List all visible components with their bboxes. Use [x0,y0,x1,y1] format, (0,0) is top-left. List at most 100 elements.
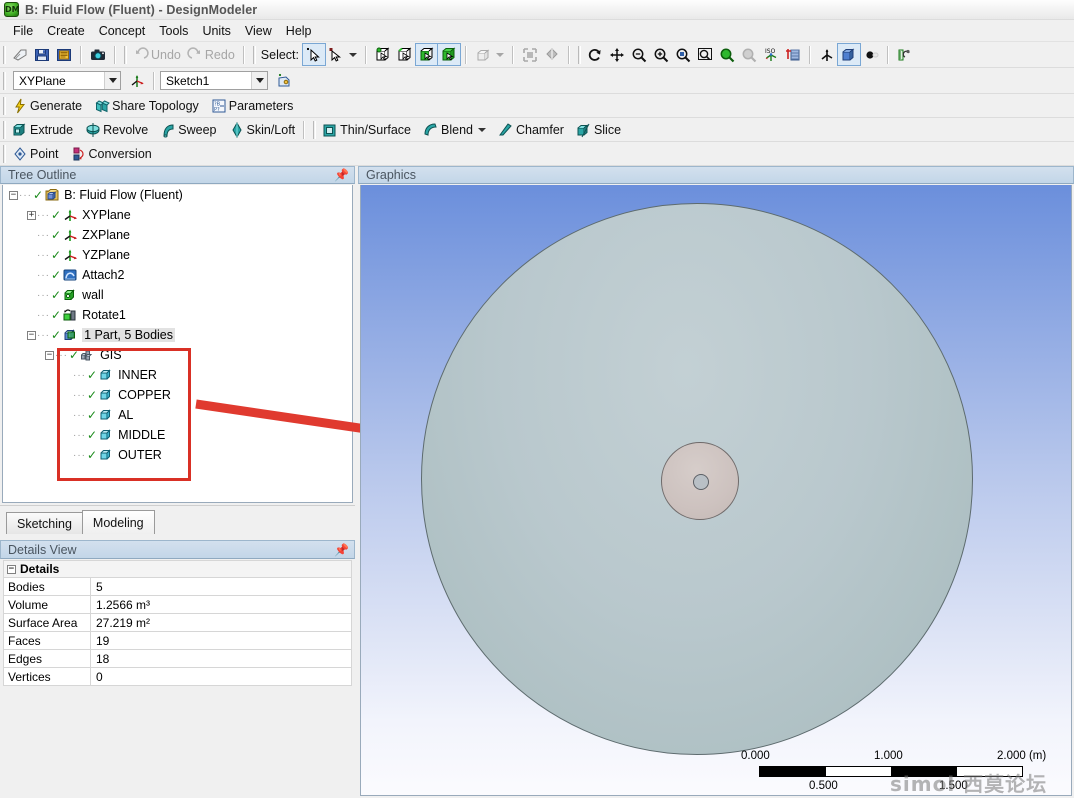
tab-modeling[interactable]: Modeling [81,510,155,534]
details-row-value[interactable]: 0 [91,668,352,686]
details-row-value[interactable]: 18 [91,650,352,668]
plane-selector[interactable]: XYPlane [13,71,121,90]
menu-units[interactable]: Units [195,22,237,40]
look-at-button[interactable] [782,44,804,65]
tree-item-outer[interactable]: ··· ✓ OUTER [3,445,352,465]
collapse-toggle[interactable]: − [45,350,54,360]
expand-toggle[interactable]: + [27,210,36,220]
blend-button[interactable]: Blend [420,119,489,140]
toolbar-grip[interactable] [3,71,6,90]
new-plane-button[interactable] [126,70,148,91]
toolbar-grip[interactable] [3,144,6,163]
solid-shaded-button[interactable] [837,43,861,66]
thin-surface-button[interactable]: Thin/Surface [319,119,414,140]
chevron-down-icon[interactable] [478,127,486,132]
collapse-toggle[interactable]: − [27,330,36,340]
zoom-to-fit-button[interactable] [694,44,716,65]
details-row-value[interactable]: 5 [91,578,352,596]
tree-item-1-part-5-bodies[interactable]: − ··· ✓ 1 Part, 5 Bodies [3,325,352,345]
iso-view-button[interactable]: ISO [760,44,782,65]
box-select-button[interactable] [325,44,360,65]
previous-view-button[interactable] [738,44,760,65]
tree-item-rotate1[interactable]: ··· ✓ Rotate1 [3,305,352,325]
save-button[interactable] [31,44,53,65]
select-face-button[interactable] [415,43,439,66]
menu-create[interactable]: Create [40,22,92,40]
parameters-button[interactable]: ?B P? Parameters [208,95,297,116]
chamfer-button[interactable]: Chamfer [495,119,567,140]
menu-file[interactable]: File [6,22,40,40]
tree-item-zxplane[interactable]: ··· ✓ ZXPlane [3,225,352,245]
tree-item-copper[interactable]: ··· ✓ COPPER [3,385,352,405]
show-section-button[interactable] [541,44,563,65]
extrude-button[interactable]: Extrude [9,119,76,140]
pin-icon[interactable]: 📌 [334,544,349,556]
toolbar-grip[interactable] [3,120,6,139]
select-edge-button[interactable] [394,44,416,65]
toolbar-grip[interactable] [3,45,6,64]
point-button[interactable]: Point [9,143,62,164]
graphics-viewport[interactable]: 0.000 1.000 2.000 (m) 0.500 1.500 [360,185,1072,796]
toolbar-grip[interactable] [3,96,6,115]
box-zoom-button[interactable] [672,44,694,65]
rotate-button[interactable] [584,44,606,65]
menu-concept[interactable]: Concept [92,22,153,40]
hub-inner-circle[interactable] [693,474,709,490]
redo-button[interactable]: Redo [184,44,238,65]
conversion-button[interactable]: Conversion [68,143,155,164]
chevron-down-icon[interactable] [104,72,120,89]
screenshot-button[interactable] [87,44,109,65]
zoom-button[interactable] [628,44,650,65]
share-topology-button[interactable]: Share Topology [91,95,202,116]
sweep-button[interactable]: Sweep [157,119,219,140]
pin-icon[interactable]: 📌 [334,169,349,181]
toolbar-grip[interactable] [124,45,127,64]
select-body-button[interactable] [437,43,461,66]
tree-item-yzplane[interactable]: ··· ✓ YZPlane [3,245,352,265]
single-select-button[interactable] [302,43,326,66]
tree-item-attach2[interactable]: ··· ✓ Attach2 [3,265,352,285]
details-row-value[interactable]: 19 [91,632,352,650]
chevron-down-icon[interactable] [251,72,267,89]
tree-item-inner[interactable]: ··· ✓ INNER [3,365,352,385]
show-whole-button[interactable] [519,44,541,65]
save-as-button[interactable] [53,44,75,65]
new-button[interactable] [9,44,31,65]
skin-loft-button[interactable]: Skin/Loft [226,119,299,140]
toolbar-grip[interactable] [578,45,581,64]
pan-button[interactable] [606,44,628,65]
tree-item-middle[interactable]: ··· ✓ MIDDLE [3,425,352,445]
tree-item-xyplane[interactable]: + ··· ✓ XYPlane [3,205,352,225]
disc-geometry[interactable] [421,203,973,755]
tab-sketching[interactable]: Sketching [6,512,83,534]
magnify-button[interactable] [716,44,738,65]
menu-tools[interactable]: Tools [152,22,195,40]
new-sketch-button[interactable] [273,70,295,91]
undo-button[interactable]: Undo [130,44,184,65]
hub-geometry[interactable] [661,442,739,520]
extend-selection-button[interactable] [472,44,507,65]
revolve-button[interactable]: Revolve [82,119,151,140]
slice-button[interactable]: Slice [573,119,624,140]
details-row-value[interactable]: 1.2566 m³ [91,596,352,614]
tree-item-al[interactable]: ··· ✓ AL [3,405,352,425]
axis-button[interactable] [816,44,838,65]
zoom-in-button[interactable] [650,44,672,65]
menu-help[interactable]: Help [279,22,319,40]
details-group-header[interactable]: − Details [3,560,352,578]
collapse-toggle[interactable]: − [7,564,16,574]
ruler-button[interactable] [894,44,916,65]
details-row-value[interactable]: 27.219 m² [91,614,352,632]
generate-button[interactable]: Generate [9,95,85,116]
collapse-toggle[interactable]: − [9,190,18,200]
tree-item-gis[interactable]: − ··· ✓ GIS [3,345,352,365]
sketch-selector[interactable]: Sketch1 [160,71,268,90]
tree-item-wall[interactable]: ··· ✓ wall [3,285,352,305]
toolbar-grip[interactable] [252,45,256,64]
wireframe-button[interactable] [860,44,882,65]
toolbar-grip[interactable] [313,120,317,139]
tree-outline-body[interactable]: − ··· ✓ B: Fluid Flow (Fluent) + ··· ✓ XYPlane ·… [2,185,353,503]
select-vertex-button[interactable] [372,44,394,65]
tree-item-b-fluid-flow-fluent[interactable]: − ··· ✓ B: Fluid Flow (Fluent) [3,185,352,205]
menu-view[interactable]: View [238,22,279,40]
